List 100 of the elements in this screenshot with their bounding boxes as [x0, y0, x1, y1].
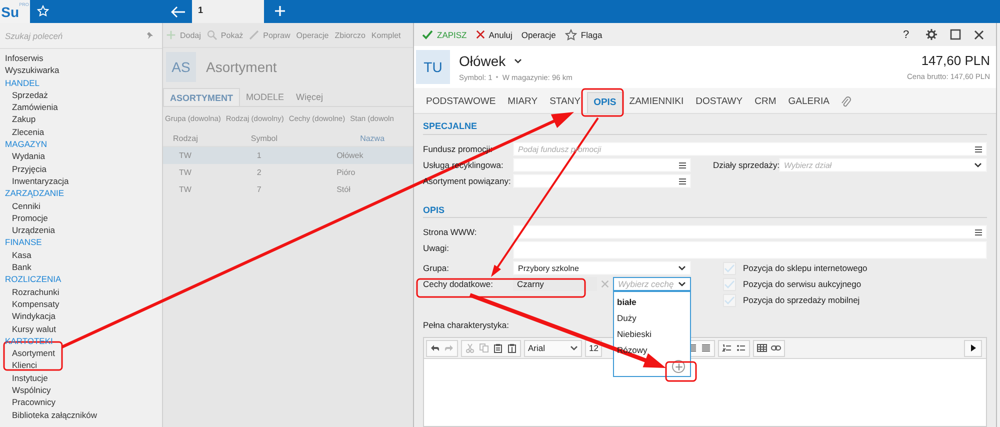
menu-icon[interactable]	[679, 178, 686, 184]
tab[interactable]: STANY	[544, 92, 587, 113]
sidebar-item[interactable]: Urządzenia	[0, 224, 55, 236]
price: 147,60 PLN	[920, 53, 990, 68]
tab[interactable]: MIARY	[502, 92, 544, 113]
sidebar-item[interactable]: Kasa	[0, 248, 32, 262]
avatar: AS	[166, 52, 196, 82]
sidebar-item[interactable]: Infoserwis	[0, 52, 44, 64]
input-field[interactable]	[513, 225, 987, 239]
plus-icon[interactable]	[674, 362, 682, 370]
justify-icon[interactable]	[701, 343, 712, 353]
tab[interactable]: OPIS	[586, 92, 624, 113]
field-label: Pełna charakterystyka:	[423, 319, 509, 331]
separator-dot	[496, 76, 498, 78]
help-button[interactable]: ?	[899, 28, 913, 40]
menu-icon[interactable]	[975, 228, 982, 236]
table-cell: TW	[163, 146, 241, 164]
sidebar-item[interactable]: Kompensaty	[0, 298, 60, 310]
sidebar-item[interactable]: Biblioteka załączników	[0, 408, 98, 421]
sidebar-item[interactable]: Zakup	[0, 113, 36, 126]
chevron-down-icon	[974, 162, 982, 168]
input-field[interactable]	[513, 174, 691, 188]
sidebar-item[interactable]: Wydania	[0, 150, 45, 163]
font-dropdown[interactable]: Arial	[524, 340, 582, 356]
sidebar-item[interactable]: Windykacja	[0, 310, 56, 323]
sidebar-section-heading: MAGAZYN	[4, 138, 48, 150]
tab[interactable]: DOSTAWY	[690, 92, 749, 113]
sidebar-item[interactable]: Pracownicy	[0, 396, 56, 409]
table-cell-text: Stół	[336, 184, 352, 196]
sidebar-item[interactable]: Bank	[0, 261, 32, 274]
sidebar-section-heading: ZARZĄDZANIE	[4, 187, 64, 200]
table-icon[interactable]	[757, 343, 768, 353]
toolbar-button[interactable]: Operacje	[521, 30, 556, 40]
menu-item[interactable]: Niebieski	[614, 326, 652, 342]
highlight-box	[581, 88, 624, 117]
close-icon[interactable]	[974, 30, 984, 40]
numbered-list-icon[interactable]	[722, 343, 732, 353]
chevron-down-icon	[678, 265, 686, 271]
sidebar-section-heading: HANDEL	[4, 76, 40, 89]
chevron-down-icon	[678, 281, 686, 287]
table-cell: Ołówek	[322, 146, 413, 164]
settings-icon[interactable]	[926, 29, 937, 40]
checkbox[interactable]	[723, 278, 736, 290]
tab[interactable]: GALERIA	[782, 92, 836, 113]
tab[interactable]: PODSTAWOWE	[420, 92, 502, 113]
dropdown[interactable]: Przybory szkolne	[513, 261, 691, 275]
sidebar-item[interactable]: Inwentaryzacja	[0, 174, 69, 188]
sidebar-section-heading: ROZLICZENIA	[4, 273, 62, 286]
sidebar-item[interactable]: Rozrachunki	[0, 286, 60, 298]
sidebar-item[interactable]: Wyszukiwarka	[0, 64, 60, 77]
field-label: Uwagi:	[423, 242, 450, 255]
back-arrow-icon[interactable]	[170, 6, 186, 18]
close-icon[interactable]	[476, 30, 485, 39]
field-label: Działy sprzedaży:	[713, 159, 779, 172]
star-icon[interactable]	[564, 28, 577, 40]
toolbar-button[interactable]: Anuluj	[488, 30, 512, 40]
checkbox-label: Pozycja do sklepu internetowego	[743, 263, 868, 273]
play-icon[interactable]	[968, 343, 978, 353]
maximize-icon[interactable]	[950, 29, 961, 40]
menu-icon[interactable]	[679, 162, 686, 168]
sidebar-section-heading: FINANSE	[4, 236, 42, 249]
sidebar-item[interactable]: Przyjęcia	[0, 162, 46, 175]
sidebar-item[interactable]: Instytucje	[0, 372, 48, 384]
field-label: Grupa:	[423, 262, 450, 275]
menu-icon[interactable]	[975, 146, 982, 152]
page-title: Asortyment	[206, 59, 277, 75]
input-field[interactable]	[513, 158, 691, 172]
undo-icon[interactable]	[430, 343, 440, 353]
avatar: TU	[416, 50, 450, 84]
sidebar-item[interactable]: Cenniki	[0, 200, 40, 212]
checkbox[interactable]	[723, 262, 736, 274]
field-label: Asortyment powiązany:	[423, 175, 512, 188]
menu-item[interactable]: białe	[614, 294, 636, 310]
checkbox[interactable]	[723, 294, 736, 306]
menu-item[interactable]: Duży	[614, 310, 636, 326]
paperclip-icon[interactable]	[841, 96, 852, 108]
item-title: Ołówek	[459, 52, 506, 68]
sidebar-item[interactable]: Sprzedaż	[0, 88, 48, 102]
sidebar-item[interactable]: Zamówienia	[0, 101, 58, 114]
tab[interactable]: ZAMIENNIKI	[623, 92, 690, 113]
check-icon[interactable]	[422, 30, 433, 40]
paste-icon[interactable]	[507, 343, 517, 353]
checkbox-label: Pozycja do sprzedaży mobilnej	[743, 295, 860, 305]
add-button[interactable]	[672, 360, 685, 373]
sidebar-item[interactable]: Wspólnicy	[0, 384, 51, 396]
tab[interactable]: CRM	[748, 92, 782, 113]
chevron-down-icon[interactable]	[514, 58, 522, 64]
document-tab[interactable]: 1	[192, 0, 264, 23]
paste-icon[interactable]	[493, 343, 503, 353]
sidebar-item[interactable]: Zlecenia	[0, 126, 44, 138]
sidebar-item[interactable]: Asortyment	[0, 347, 55, 360]
toolbar-button[interactable]: Flaga	[580, 30, 602, 40]
link-icon[interactable]	[771, 343, 782, 353]
sidebar-item[interactable]: Kursy walut	[0, 322, 56, 335]
sidebar-item[interactable]: Klienci	[0, 359, 38, 372]
search-field[interactable]: Szukaj poleceń	[5, 30, 146, 40]
table-cell: Pióro	[322, 164, 413, 181]
bullet-list-icon[interactable]	[736, 343, 746, 353]
checkbox-label: Pozycja do serwisu aukcyjnego	[743, 279, 862, 289]
sidebar-item[interactable]: Promocje	[0, 212, 48, 224]
